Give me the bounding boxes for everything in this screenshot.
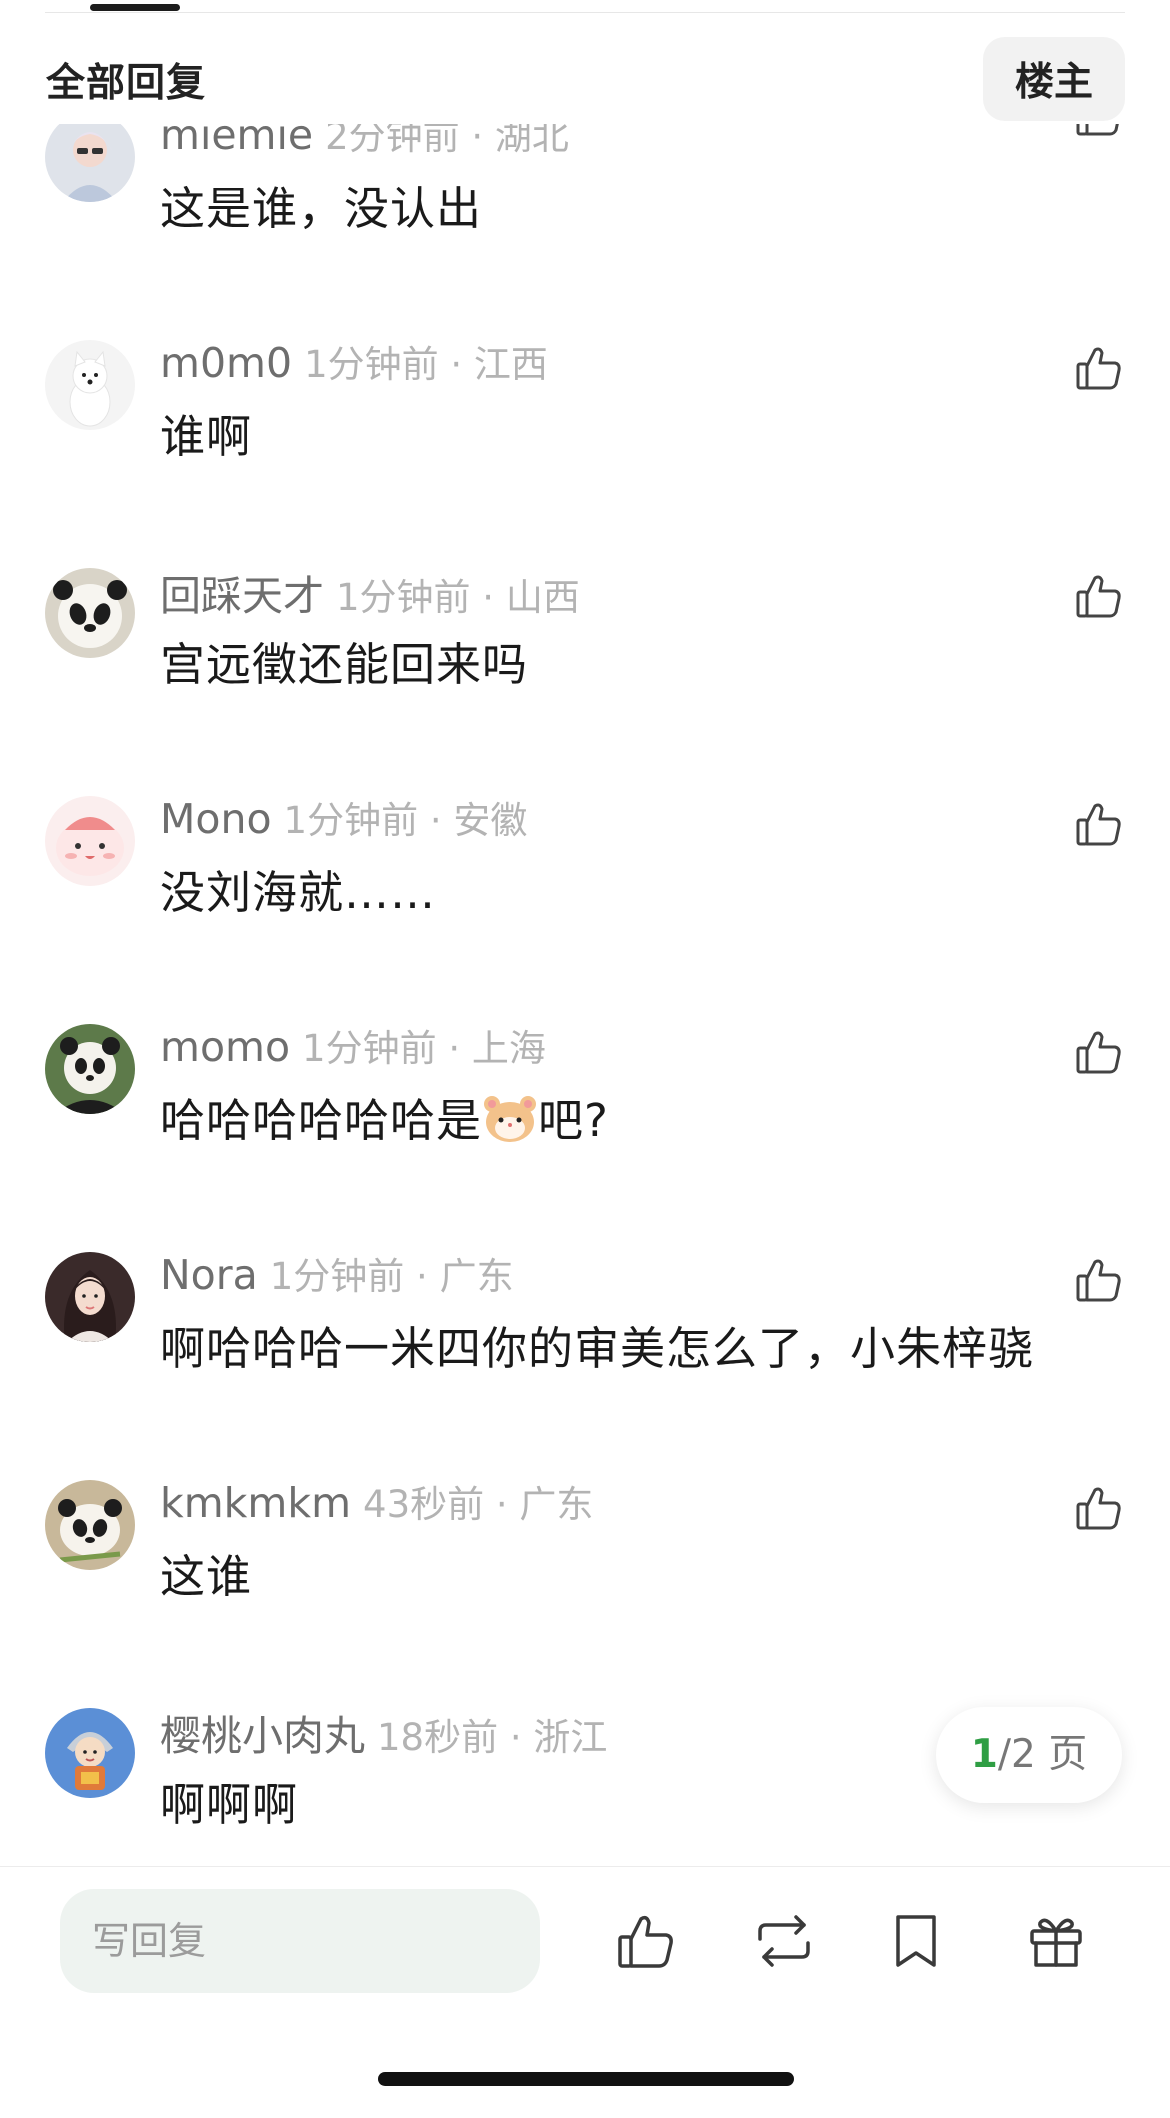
page-current: 1 [970,1732,998,1777]
user-avatar[interactable] [45,1252,135,1342]
comment-text[interactable]: 谁啊 [160,400,252,465]
user-avatar[interactable] [45,1708,135,1798]
username[interactable]: momo [160,1023,290,1071]
username[interactable]: Mono [160,795,272,843]
repost-icon[interactable] [752,1909,816,1973]
all-replies-title: 全部回复 [46,61,207,106]
replies-header: 全部回复 楼主 [0,32,1170,124]
comment-item: kmkmkm 43秒前 · 广东 这谁 [0,1468,1170,1696]
comment-text-part: 吧? [538,1094,609,1147]
like-icon[interactable] [614,1909,678,1973]
like-icon[interactable] [1073,124,1125,140]
comment-item: Nora 1分钟前 · 广东 啊哈哈哈一米四你的审美怎么了，小朱梓骁 [0,1240,1170,1468]
user-avatar[interactable] [45,340,135,430]
comment-meta: momo 1分钟前 · 上海 [160,1018,546,1072]
op-only-filter-button[interactable]: 楼主 [983,37,1125,121]
home-indicator [378,2072,794,2086]
tab-indicator [90,4,180,11]
comment-meta: Mono 1分钟前 · 安徽 [160,790,527,844]
user-avatar[interactable] [45,568,135,658]
like-icon[interactable] [1073,1026,1125,1078]
comment-list[interactable]: miemie 2分钟前 · 湖北 这是谁，没认出 m0m0 1分钟前 · 江西 谁啊 [0,124,1170,1866]
like-icon[interactable] [1073,342,1125,394]
hamster-emoji [484,1096,537,1142]
comment-item: Mono 1分钟前 · 安徽 没刘海就…… [0,784,1170,1012]
time-location: 18秒前 · 浙江 [377,1716,608,1759]
user-avatar[interactable] [45,124,135,202]
comment-meta: miemie 2分钟前 · 湖北 [160,124,569,160]
comment-text[interactable]: 这是谁，没认出 [160,172,482,237]
time-location: 1分钟前 · 上海 [302,1027,546,1070]
comment-item: miemie 2分钟前 · 湖北 这是谁，没认出 [0,124,1170,328]
like-icon[interactable] [1073,1482,1125,1534]
comment-text-part: 哈哈哈哈哈哈是 [160,1094,483,1147]
comment-item: momo 1分钟前 · 上海 哈哈哈哈哈哈是 吧? [0,1012,1170,1240]
comment-text[interactable]: 啊啊啊 [160,1768,298,1833]
page-total: /2 页 [997,1732,1088,1777]
page-indicator[interactable]: 1/2 页 [936,1707,1122,1803]
username[interactable]: Nora [160,1251,258,1299]
bookmark-icon[interactable] [884,1909,948,1973]
comment-meta: kmkmkm 43秒前 · 广东 [160,1474,593,1528]
time-location: 1分钟前 · 江西 [304,343,548,386]
comment-meta: m0m0 1分钟前 · 江西 [160,334,548,388]
time-location: 43秒前 · 广东 [363,1483,594,1526]
username[interactable]: miemie [160,124,313,159]
comment-text[interactable]: 没刘海就…… [160,856,436,921]
comment-text[interactable]: 宫远徵还能回来吗 [160,628,528,693]
time-location: 1分钟前 · 山西 [336,576,580,619]
username[interactable]: kmkmkm [160,1479,351,1527]
comment-meta: 回踩天才 1分钟前 · 山西 [160,562,580,622]
user-avatar[interactable] [45,1480,135,1570]
gift-icon[interactable] [1024,1909,1088,1973]
comment-meta: 樱桃小肉丸 18秒前 · 浙江 [160,1702,607,1762]
reply-input[interactable] [60,1889,540,1993]
user-avatar[interactable] [45,796,135,886]
top-divider [45,12,1125,13]
comment-text[interactable]: 哈哈哈哈哈哈是 吧? [160,1084,609,1149]
user-avatar[interactable] [45,1024,135,1114]
like-icon[interactable] [1073,1254,1125,1306]
time-location: 1分钟前 · 安徽 [283,799,528,842]
username[interactable]: m0m0 [160,339,292,387]
time-location: 2分钟前 · 湖北 [325,124,569,158]
comment-meta: Nora 1分钟前 · 广东 [160,1246,514,1300]
comments-page: 全部回复 楼主 miemie 2分钟前 · 湖北 这是谁，没认出 m0m0 1分钟前… [0,0,1170,2118]
username[interactable]: 回踩天才 [160,572,324,620]
like-icon[interactable] [1073,570,1125,622]
comment-text[interactable]: 这谁 [160,1540,252,1605]
comment-item: 回踩天才 1分钟前 · 山西 宫远徵还能回来吗 [0,556,1170,784]
like-icon[interactable] [1073,798,1125,850]
time-location: 1分钟前 · 广东 [269,1255,514,1298]
comment-item: m0m0 1分钟前 · 江西 谁啊 [0,328,1170,556]
comment-text[interactable]: 啊哈哈哈一米四你的审美怎么了，小朱梓骁 [160,1312,1034,1377]
username[interactable]: 樱桃小肉丸 [160,1712,365,1760]
